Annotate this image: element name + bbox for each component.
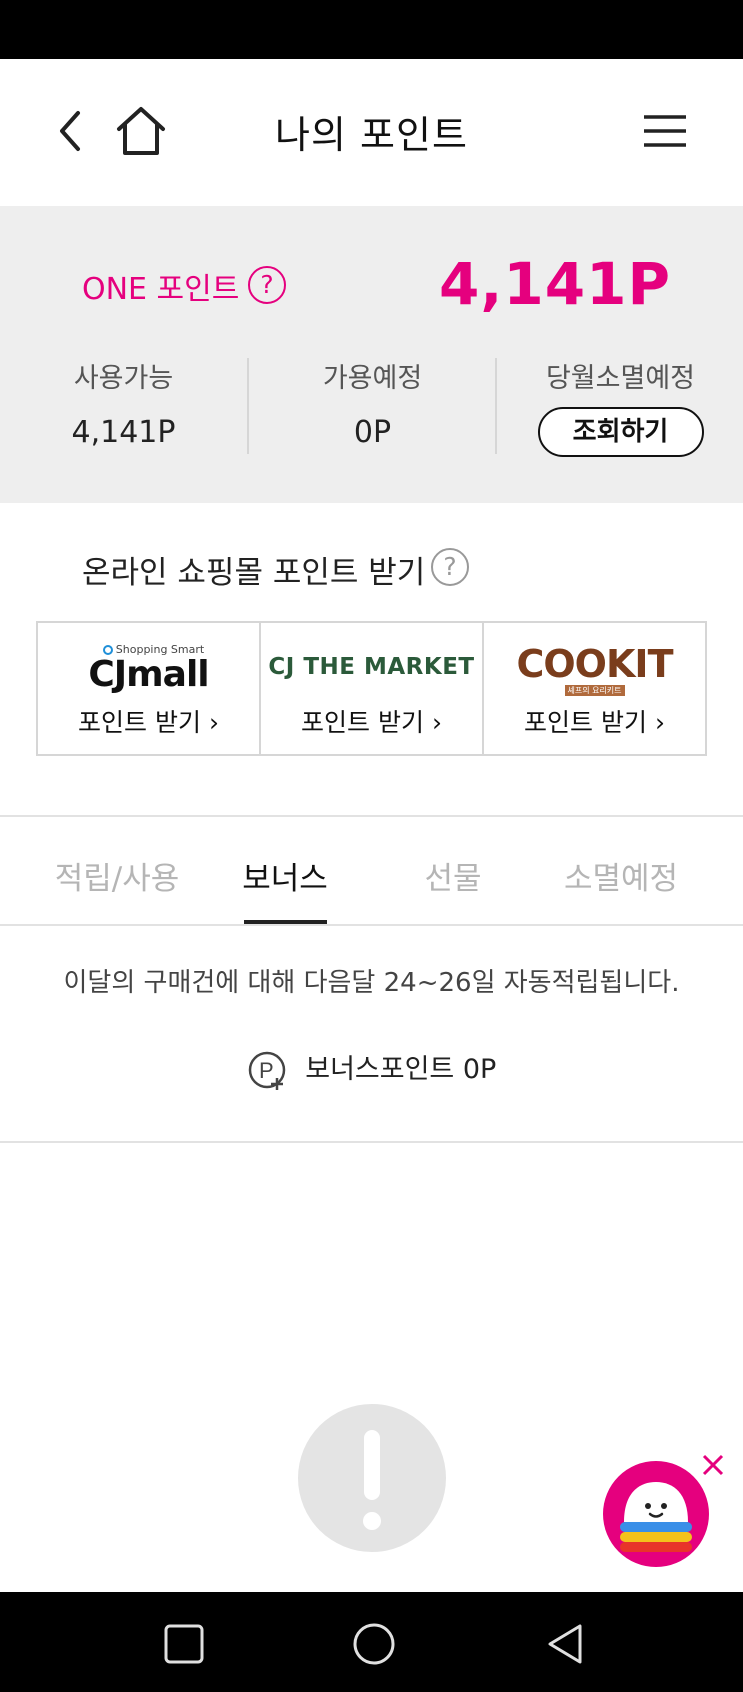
mall-cjmall[interactable]: Shopping Smart CJmall 포인트 받기 › (38, 623, 261, 754)
pending-label: 가용예정 (322, 363, 423, 394)
one-point-summary: ONE 포인트 ? 4,141P 사용가능 4,141P 가용예정 0P 당월소… (0, 206, 743, 503)
svg-text:P: P (259, 1058, 274, 1083)
exclamation-bar (364, 1430, 380, 1500)
system-navigation-bar (0, 1592, 743, 1692)
tab-expiring[interactable]: 소멸예정 (551, 853, 691, 898)
content-divider (0, 1141, 743, 1143)
one-point-total: 4,141P (439, 250, 671, 318)
cookit-logo: COOKIT 셰프의 요리키트 (484, 642, 705, 696)
bonus-point-label: 보너스포인트 (305, 1054, 455, 1085)
exclamation-circle-icon (298, 1404, 446, 1552)
point-plus-icon: P (248, 1051, 285, 1090)
hamburger-menu-icon[interactable] (640, 111, 690, 151)
available-points: 사용가능 4,141P (0, 356, 247, 450)
cjmall-logo: Shopping Smart CJmall (38, 643, 259, 694)
available-label: 사용가능 (73, 363, 174, 394)
bonus-point-row: P 보너스포인트 0P (0, 1047, 743, 1092)
recent-apps-icon[interactable] (162, 1622, 206, 1666)
inquire-button[interactable]: 조회하기 (537, 407, 704, 457)
mall-list: Shopping Smart CJmall 포인트 받기 › CJ THE MA… (36, 621, 707, 756)
tabs-bottom-border (0, 924, 743, 926)
one-point-label: ONE 포인트 (82, 272, 240, 307)
home-circle-icon[interactable] (352, 1622, 396, 1666)
tab-gift[interactable]: 선물 (383, 853, 523, 898)
tab-earn-use[interactable]: 적립/사용 (47, 853, 187, 898)
mall-get-points-link[interactable]: 포인트 받기 › (484, 703, 705, 739)
pending-value: 0P (353, 415, 392, 450)
tab-bonus[interactable]: 보너스 (215, 853, 355, 898)
one-point-help-icon[interactable]: ? (248, 266, 286, 304)
cj-the-market-logo: CJ THE MARKET (261, 643, 482, 691)
back-triangle-icon[interactable] (544, 1622, 588, 1666)
mall-get-points-link[interactable]: 포인트 받기 › (38, 703, 259, 739)
point-history-tabs: 적립/사용 보너스 선물 소멸예정 (0, 817, 743, 925)
chatbot-mascot-icon[interactable] (602, 1460, 710, 1568)
expiring-points: 당월소멸예정 조회하기 (497, 356, 743, 457)
chatbot-close-icon[interactable] (700, 1452, 726, 1478)
bonus-notice: 이달의 구매건에 대해 다음달 24~26일 자동적립됩니다. (63, 968, 680, 998)
cj-the-market-logo-text: CJ THE MARKET (268, 654, 475, 680)
bonus-point-value: 0P (462, 1054, 497, 1085)
online-mall-title: 온라인 쇼핑몰 포인트 받기 (82, 555, 426, 591)
status-bar (0, 0, 743, 59)
cookit-logo-text: COOKIT (516, 642, 673, 686)
available-value: 4,141P (71, 415, 176, 450)
exclamation-dot (363, 1512, 381, 1530)
mall-cj-the-market[interactable]: CJ THE MARKET 포인트 받기 › (261, 623, 484, 754)
expiring-label: 당월소멸예정 (545, 363, 696, 394)
mall-cookit[interactable]: COOKIT 셰프의 요리키트 포인트 받기 › (484, 623, 705, 754)
page-title: 나의 포인트 (275, 113, 468, 157)
app-header: 나의 포인트 (0, 59, 743, 206)
cookit-logo-tagline: 셰프의 요리키트 (564, 685, 625, 696)
pending-points: 가용예정 0P (249, 356, 496, 450)
mall-get-points-link[interactable]: 포인트 받기 › (261, 703, 482, 739)
online-mall-help-icon[interactable]: ? (431, 548, 469, 586)
cjmall-logo-text: CJmall (88, 654, 209, 695)
